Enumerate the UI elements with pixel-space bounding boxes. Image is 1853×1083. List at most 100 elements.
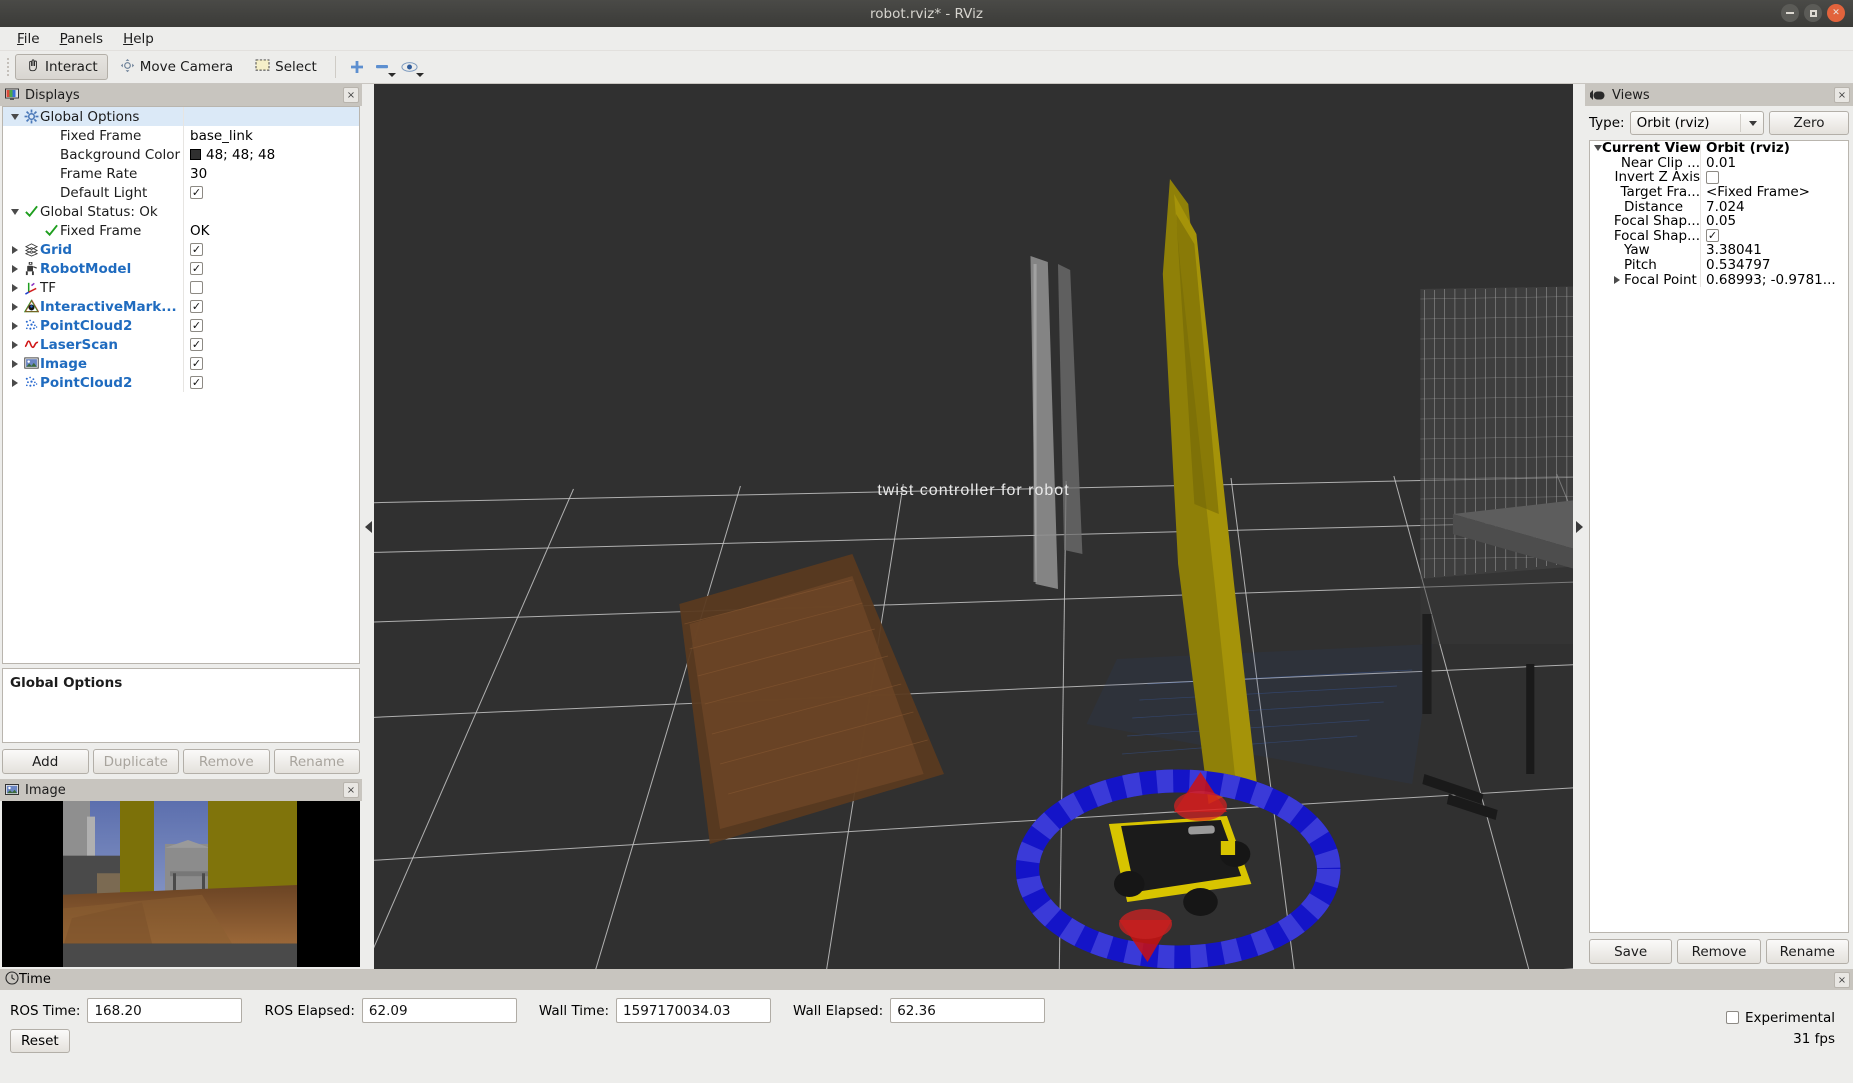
display-row-frame-rate[interactable]: Frame Rate 30 — [3, 164, 359, 183]
display-value-cell[interactable]: ✓ — [183, 316, 359, 335]
toolbar-grip[interactable] — [4, 56, 11, 78]
time-close-icon[interactable]: × — [1834, 972, 1850, 988]
display-checkbox[interactable]: ✓ — [190, 376, 203, 389]
twisty-toggle[interactable] — [8, 321, 22, 330]
ros-time-input[interactable]: 168.20 — [87, 998, 243, 1023]
display-checkbox[interactable] — [190, 281, 203, 294]
display-checkbox[interactable]: ✓ — [190, 243, 203, 256]
views-value-cell[interactable]: <Fixed Frame> — [1700, 184, 1848, 200]
display-row-tf[interactable]: TF — [3, 278, 359, 297]
display-row-global-status-ok[interactable]: Global Status: Ok — [3, 202, 359, 221]
display-value-cell[interactable]: ✓ — [183, 183, 359, 202]
views-row-target-fra[interactable]: Target Fra... <Fixed Frame> — [1590, 184, 1848, 200]
wall-time-input[interactable]: 1597170034.03 — [616, 998, 772, 1023]
twisty-toggle[interactable] — [8, 245, 22, 254]
image-close-icon[interactable]: × — [343, 782, 359, 798]
reset-button[interactable]: Reset — [10, 1029, 70, 1053]
display-row-fixed-frame[interactable]: Fixed Frame OK — [3, 221, 359, 240]
display-row-laserscan[interactable]: LaserScan ✓ — [3, 335, 359, 354]
ros-elapsed-input[interactable]: 62.09 — [361, 998, 517, 1023]
maximize-icon[interactable] — [1804, 4, 1822, 22]
experimental-checkbox[interactable] — [1725, 1011, 1739, 1024]
display-row-fixed-frame[interactable]: Fixed Frame base_link — [3, 126, 359, 145]
display-value-cell[interactable]: ✓ — [183, 240, 359, 259]
remove-view-button[interactable]: Remove — [1677, 939, 1761, 964]
views-value-cell[interactable]: 3.38041 — [1700, 243, 1848, 258]
views-row-focal-point[interactable]: Focal Point 0.68993; -0.9781... — [1590, 272, 1848, 287]
color-swatch[interactable] — [190, 148, 201, 160]
views-value-cell[interactable]: 0.68993; -0.9781... — [1700, 272, 1848, 287]
menu-panels[interactable]: Panels — [51, 29, 112, 49]
focus-camera-button[interactable] — [344, 54, 370, 80]
views-row-focal-shap[interactable]: Focal Shap... ✓ — [1590, 228, 1848, 244]
close-icon[interactable]: ✕ — [1827, 4, 1845, 22]
display-row-default-light[interactable]: Default Light ✓ — [3, 183, 359, 202]
display-row-global-options[interactable]: Global Options — [3, 107, 359, 126]
display-value-cell[interactable]: 48; 48; 48 — [183, 145, 359, 164]
display-value-cell[interactable] — [183, 278, 359, 297]
display-checkbox[interactable]: ✓ — [190, 262, 203, 275]
views-checkbox[interactable] — [1706, 170, 1719, 184]
views-value-cell[interactable]: 7.024 — [1700, 199, 1848, 214]
display-row-background-color[interactable]: Background Color 48; 48; 48 — [3, 145, 359, 164]
views-value-cell[interactable]: 0.01 — [1700, 155, 1848, 171]
display-checkbox[interactable]: ✓ — [190, 338, 203, 351]
views-row-pitch[interactable]: Pitch 0.534797 — [1590, 257, 1848, 273]
display-value-cell[interactable]: ✓ — [183, 297, 359, 316]
views-row-near-clip[interactable]: Near Clip ... 0.01 — [1590, 155, 1848, 171]
display-value-cell[interactable]: ✓ — [183, 335, 359, 354]
views-close-icon[interactable]: × — [1834, 87, 1850, 103]
views-value-cell[interactable]: 0.05 — [1700, 213, 1848, 229]
chevron-down-icon[interactable] — [387, 73, 396, 77]
views-twisty-toggle[interactable] — [1594, 145, 1602, 152]
display-checkbox[interactable]: ✓ — [190, 319, 203, 332]
left-panel-collapse-handle[interactable] — [362, 84, 374, 969]
views-value-cell[interactable] — [1700, 170, 1848, 185]
display-row-pointcloud2[interactable]: PointCloud2 ✓ — [3, 373, 359, 392]
display-checkbox[interactable]: ✓ — [190, 357, 203, 370]
save-view-button[interactable]: Save — [1589, 939, 1673, 964]
add-button[interactable]: Add — [2, 749, 89, 774]
twisty-toggle[interactable] — [8, 302, 22, 311]
display-row-pointcloud2[interactable]: PointCloud2 ✓ — [3, 316, 359, 335]
interact-button[interactable]: Interact — [15, 54, 108, 80]
display-checkbox[interactable]: ✓ — [190, 186, 203, 199]
views-row-focal-shap[interactable]: Focal Shap... 0.05 — [1590, 213, 1848, 229]
chevron-down-icon-2[interactable] — [416, 73, 425, 77]
menu-help[interactable]: Help — [114, 29, 163, 49]
rename-view-button[interactable]: Rename — [1765, 939, 1849, 964]
zero-button[interactable]: Zero — [1769, 111, 1849, 135]
display-value-cell[interactable]: OK — [183, 221, 359, 240]
display-row-image[interactable]: Image ✓ — [3, 354, 359, 373]
select-button[interactable]: Select — [245, 54, 327, 80]
twisty-toggle[interactable] — [8, 359, 22, 368]
right-panel-collapse-handle[interactable] — [1573, 84, 1585, 969]
display-value-cell[interactable]: ✓ — [183, 354, 359, 373]
twisty-toggle[interactable] — [8, 208, 22, 215]
wall-elapsed-input[interactable]: 62.36 — [890, 998, 1046, 1023]
views-row-distance[interactable]: Distance 7.024 — [1590, 199, 1848, 214]
display-row-interactivemark[interactable]: InteractiveMark... ✓ — [3, 297, 359, 316]
views-row-invert-z-axis[interactable]: Invert Z Axis — [1590, 170, 1848, 185]
display-value-cell[interactable] — [183, 202, 359, 221]
display-row-robotmodel[interactable]: RobotModel ✓ — [3, 259, 359, 278]
display-value-cell[interactable]: ✓ — [183, 259, 359, 278]
views-checkbox[interactable]: ✓ — [1706, 229, 1719, 243]
minimize-icon[interactable] — [1781, 4, 1799, 22]
displays-close-icon[interactable]: × — [343, 87, 359, 103]
display-value-cell[interactable]: ✓ — [183, 373, 359, 392]
displays-tree[interactable]: Global Options Fixed Frame base_link Bac… — [2, 106, 360, 664]
views-row-current-view[interactable]: Current View Orbit (rviz) — [1590, 141, 1848, 156]
view-type-select[interactable]: Orbit (rviz) — [1629, 111, 1764, 135]
display-checkbox[interactable]: ✓ — [190, 300, 203, 313]
twisty-toggle[interactable] — [8, 264, 22, 273]
goal-pose-button[interactable] — [400, 54, 426, 80]
display-value-cell[interactable] — [183, 107, 359, 126]
display-row-grid[interactable]: Grid ✓ — [3, 240, 359, 259]
twisty-toggle[interactable] — [8, 340, 22, 349]
move-camera-button[interactable]: Move Camera — [110, 54, 243, 80]
twisty-toggle[interactable] — [8, 113, 22, 120]
display-value-cell[interactable]: base_link — [183, 126, 359, 145]
experimental-row[interactable]: Experimental — [1725, 1010, 1835, 1026]
views-row-yaw[interactable]: Yaw 3.38041 — [1590, 243, 1848, 258]
